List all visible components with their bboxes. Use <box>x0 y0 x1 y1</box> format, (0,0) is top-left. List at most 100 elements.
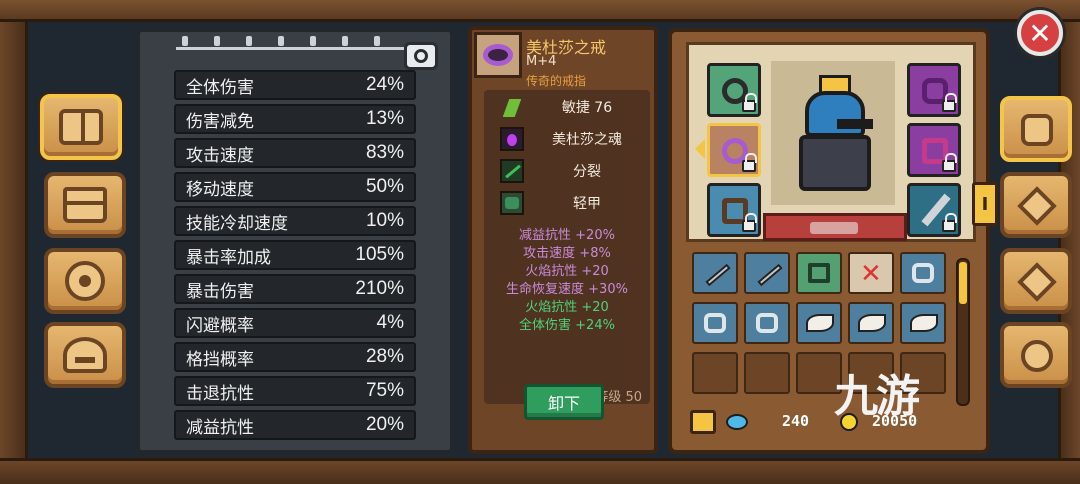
soul-icon <box>500 127 524 151</box>
star-icon <box>1017 262 1057 302</box>
unequip-button[interactable]: 卸下 <box>524 384 604 420</box>
hero-name-banner <box>763 213 907 241</box>
scroll-icon <box>808 263 830 283</box>
inventory-slot[interactable] <box>900 252 946 294</box>
lock-icon <box>942 213 957 232</box>
chain-icon <box>756 313 778 333</box>
scrollbar-thumb[interactable] <box>959 262 967 304</box>
bonus-line: 生命恢复速度 +30% <box>506 282 628 297</box>
inventory-slot[interactable] <box>744 252 790 294</box>
stat-row: 技能冷却速度 10% <box>174 206 416 236</box>
inventory-slot[interactable] <box>692 352 738 394</box>
inventory-slot[interactable]: ✕ <box>848 252 894 294</box>
close-button[interactable]: ✕ <box>1017 10 1063 56</box>
equipment-panel: I ✕ 240 20050 <box>668 28 998 454</box>
inventory-slot[interactable] <box>796 252 842 294</box>
equip-slot-ring[interactable] <box>707 123 761 177</box>
inventory-slot[interactable] <box>900 302 946 344</box>
frame-right <box>1058 22 1080 458</box>
tier-tab[interactable]: I <box>972 182 998 226</box>
stat-row: 减益抗性 20% <box>174 410 416 440</box>
inventory-slot[interactable] <box>848 302 894 344</box>
chain-icon <box>704 313 726 333</box>
item-rarity: 传奇的戒指 <box>526 74 587 88</box>
attribute-line: 轻甲 <box>484 188 650 218</box>
stat-row: 伤害减免 13% <box>174 104 416 134</box>
tab-skills[interactable] <box>1000 248 1072 314</box>
inventory-slot[interactable] <box>796 302 842 344</box>
map-icon: ✕ <box>860 259 882 289</box>
selection-arrow-icon <box>695 139 705 159</box>
light-armor-icon <box>500 191 524 215</box>
inventory-slot[interactable] <box>692 252 738 294</box>
stat-row: 闪避概率 4% <box>174 308 416 338</box>
stat-row: 全体伤害 24% <box>174 70 416 100</box>
helmet-icon <box>1021 114 1053 146</box>
frame-left <box>0 22 28 458</box>
lock-icon <box>742 213 757 232</box>
inventory-slot[interactable] <box>744 302 790 344</box>
equip-slot-weapon[interactable] <box>907 183 961 237</box>
agility-icon <box>500 95 524 119</box>
stat-row: 攻击速度 83% <box>174 138 416 168</box>
lock-icon <box>742 93 757 112</box>
item-icon <box>474 32 522 78</box>
lock-icon <box>942 93 957 112</box>
bonus-line: 减益抗性 +20% <box>519 228 615 243</box>
currency-bar: 240 20050 <box>686 408 976 438</box>
bonus-line: 攻击速度 +8% <box>523 246 611 261</box>
tab-settings[interactable] <box>1000 322 1072 388</box>
equip-slot-amulet[interactable] <box>707 63 761 117</box>
stat-row: 格挡概率 28% <box>174 342 416 372</box>
sword-icon <box>757 263 783 287</box>
tab-pet[interactable] <box>44 248 126 314</box>
equip-slot-boots[interactable] <box>707 183 761 237</box>
split-icon <box>500 159 524 183</box>
screenshot-button[interactable] <box>404 42 438 70</box>
character-portrait-area <box>686 42 976 242</box>
tab-equipment[interactable] <box>1000 96 1072 162</box>
stat-row: 暴击伤害 210% <box>174 274 416 304</box>
paw-icon <box>65 261 105 301</box>
inventory-scrollbar[interactable] <box>956 258 970 406</box>
inventory-slot[interactable] <box>744 352 790 394</box>
axe-icon <box>705 263 731 287</box>
feather-icon <box>858 314 886 332</box>
lock-icon <box>942 153 957 172</box>
feather-icon <box>910 314 938 332</box>
scroll-ruler <box>176 34 406 50</box>
equip-slot-armor[interactable] <box>907 123 961 177</box>
item-level: M+4 <box>526 54 557 69</box>
gem-count: 240 <box>782 412 810 430</box>
hero-character <box>789 75 881 201</box>
frame-top <box>0 0 1080 22</box>
stat-row: 击退抗性 75% <box>174 376 416 406</box>
stat-row: 暴击率加成 105% <box>174 240 416 270</box>
book-icon <box>59 109 103 145</box>
chest-icon <box>63 187 107 223</box>
equip-slot-cape[interactable] <box>907 63 961 117</box>
camera-icon <box>414 49 428 63</box>
attribute-line: 美杜莎之魂 <box>484 124 650 154</box>
stat-row: 移动速度 50% <box>174 172 416 202</box>
tab-codex[interactable] <box>40 94 122 160</box>
bonus-line: 全体伤害 +24% <box>519 318 615 333</box>
bonus-line: 火焰抗性 +20 <box>525 300 609 315</box>
helmet-icon <box>63 337 107 373</box>
frame-bottom <box>0 458 1080 484</box>
inventory-slot[interactable] <box>692 302 738 344</box>
upgrade-icon <box>1017 186 1057 226</box>
ring-icon <box>483 44 513 66</box>
tab-chest[interactable] <box>44 172 126 238</box>
item-detail-panel: 美杜莎之戒 M+4 传奇的戒指 敏捷 76 美杜莎之魂 分裂 轻甲 减益抗性 +… <box>468 26 658 454</box>
bonus-line: 火焰抗性 +20 <box>525 264 609 279</box>
bag-button[interactable] <box>690 410 716 434</box>
stats-panel: 全体伤害 24% 伤害减免 13% 攻击速度 83% 移动速度 50% 技能冷却速度 10… <box>136 28 454 454</box>
attribute-line: 分裂 <box>484 156 650 186</box>
watermark-logo: 九游 <box>834 371 920 422</box>
feather-icon <box>806 314 834 332</box>
tab-helmet[interactable] <box>44 322 126 388</box>
attribute-line: 敏捷 76 <box>484 92 650 122</box>
gear-icon <box>1021 340 1053 372</box>
tab-upgrade[interactable] <box>1000 172 1072 238</box>
